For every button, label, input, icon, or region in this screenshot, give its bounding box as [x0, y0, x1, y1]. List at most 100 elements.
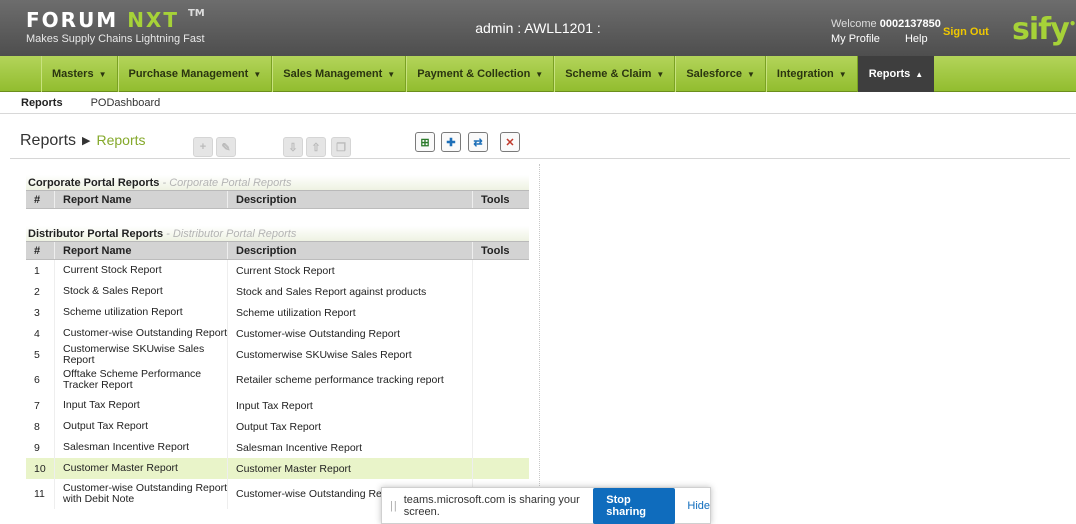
nav-item-purchase-management[interactable]: Purchase Management ▼ [117, 56, 273, 92]
nav-label: Masters [52, 68, 94, 80]
col-description[interactable]: Description [227, 242, 472, 259]
report-description: Retailer scheme performance tracking rep… [227, 365, 472, 395]
top-header: FORUM NXT TM Makes Supply Chains Lightni… [0, 0, 1076, 56]
report-name[interactable]: Customerwise SKUwise Sales Report [54, 343, 227, 365]
section-title-text: Distributor Portal Reports [28, 228, 164, 240]
nav-item-masters[interactable]: Masters ▼ [41, 56, 118, 92]
sify-dot-icon: • [1068, 17, 1076, 31]
row-tools [472, 302, 529, 323]
chevron-down-icon: ▼ [656, 69, 665, 79]
report-description: Scheme utilization Report [227, 302, 472, 323]
section-subtitle: - Corporate Portal Reports [162, 177, 292, 189]
table-row[interactable]: 7 Input Tax Report Input Tax Report [26, 395, 529, 416]
move-up-icon[interactable]: ⇧ [306, 137, 326, 157]
app-window: FORUM NXT TM Makes Supply Chains Lightni… [0, 0, 1076, 524]
nav-label: Scheme & Claim [565, 68, 652, 80]
table-row[interactable]: 5 Customerwise SKUwise Sales Report Cust… [26, 343, 529, 365]
hide-link[interactable]: Hide [687, 500, 710, 512]
add-record-icon[interactable]: ✚ [441, 132, 461, 152]
col-number: # [34, 193, 41, 206]
row-tools [472, 260, 529, 281]
copy-icon[interactable]: ❐ [331, 137, 351, 157]
main-nav: Masters ▼ Purchase Management ▼ Sales Mana… [0, 56, 1076, 92]
table-row[interactable]: 8 Output Tax Report Output Tax Report [26, 416, 529, 437]
col-tools: Tools [472, 191, 529, 208]
row-number: 11 [34, 488, 45, 500]
row-number: 3 [34, 306, 40, 319]
col-number: # [34, 244, 41, 257]
nav-item-reports[interactable]: Reports ▲ [857, 56, 935, 92]
report-description: Customer Master Report [227, 458, 472, 479]
move-down-icon[interactable]: ⇩ [283, 137, 303, 157]
drag-handle-icon[interactable]: || [390, 500, 398, 512]
chevron-down-icon: ▼ [838, 69, 847, 79]
table-row[interactable]: 4 Customer-wise Outstanding Report Custo… [26, 323, 529, 344]
breadcrumb-arrow-icon: ▶ [82, 135, 91, 148]
section-title: Distributor Portal Reports - Distributor… [26, 226, 529, 242]
distributor-portal-reports: Distributor Portal Reports - Distributor… [26, 226, 529, 509]
report-name[interactable]: Output Tax Report [54, 416, 227, 437]
row-number: 6 [34, 374, 40, 386]
row-number: 9 [34, 441, 40, 454]
report-name[interactable]: Customer Master Report [54, 458, 227, 479]
report-name[interactable]: Customer-wise Outstanding Report [54, 323, 227, 344]
row-tools [472, 395, 529, 416]
nav-item-sales-management[interactable]: Sales Management ▼ [272, 56, 407, 92]
nav-item-scheme-claim[interactable]: Scheme & Claim ▼ [554, 56, 676, 92]
nav-item-payment-collection[interactable]: Payment & Collection ▼ [406, 56, 555, 92]
nav-label: Sales Management [283, 68, 383, 80]
chevron-up-icon: ▲ [915, 69, 924, 79]
row-tools [472, 458, 529, 479]
report-description: Stock and Sales Report against products [227, 281, 472, 302]
my-profile-link[interactable]: My Profile [831, 33, 880, 45]
nav-item-integration[interactable]: Integration ▼ [765, 56, 858, 92]
table-row[interactable]: 9 Salesman Incentive Report Salesman Inc… [26, 437, 529, 458]
table-row[interactable]: 1 Current Stock Report Current Stock Rep… [26, 260, 529, 281]
subnav-item-podashboard[interactable]: PODashboard [91, 97, 161, 109]
report-name[interactable]: Customer-wise Outstanding Report with De… [54, 479, 227, 509]
pane-divider[interactable] [539, 164, 540, 524]
report-description: Current Stock Report [227, 260, 472, 281]
nav-item-salesforce[interactable]: Salesforce ▼ [675, 56, 766, 92]
report-name[interactable]: Stock & Sales Report [54, 281, 227, 302]
section-title: Corporate Portal Reports - Corporate Por… [26, 175, 529, 191]
row-tools [472, 437, 529, 458]
help-link[interactable]: Help [905, 33, 928, 45]
row-tools [472, 344, 529, 365]
section-subtitle: - Distributor Portal Reports [166, 228, 297, 240]
stop-sharing-button[interactable]: Stop sharing [593, 487, 676, 524]
nav-label: Salesforce [686, 68, 742, 80]
col-report-name[interactable]: Report Name [54, 242, 227, 259]
col-description[interactable]: Description [227, 191, 472, 208]
table-row[interactable]: 2 Stock & Sales Report Stock and Sales R… [26, 281, 529, 302]
welcome-user-id: 0002137850 [879, 18, 941, 30]
chevron-down-icon: ▼ [535, 69, 544, 79]
report-name[interactable]: Current Stock Report [54, 260, 227, 281]
table-row[interactable]: 6 Offtake Scheme Performance Tracker Rep… [26, 365, 529, 395]
import-icon[interactable]: ⇄ [468, 132, 488, 152]
report-name[interactable]: Scheme utilization Report [54, 302, 227, 323]
col-report-name[interactable]: Report Name [54, 191, 227, 208]
delete-icon[interactable]: ✕ [500, 132, 520, 152]
table-row-highlighted[interactable]: 10 Customer Master Report Customer Maste… [26, 458, 529, 479]
sify-logo: sify• [1012, 12, 1076, 47]
table-row[interactable]: 3 Scheme utilization Report Scheme utili… [26, 302, 529, 323]
add-icon[interactable]: + [193, 137, 213, 157]
col-tools: Tools [472, 242, 529, 259]
breadcrumb-current[interactable]: Reports [97, 132, 146, 148]
row-number: 1 [34, 264, 40, 277]
row-tools [472, 365, 529, 395]
export-icon[interactable]: ⊞ [415, 132, 435, 152]
subnav-item-reports[interactable]: Reports [21, 97, 63, 109]
chevron-down-icon: ▼ [387, 69, 396, 79]
report-name[interactable]: Input Tax Report [54, 395, 227, 416]
welcome-text: Welcome 0002137850 [831, 18, 941, 30]
report-name[interactable]: Salesman Incentive Report [54, 437, 227, 458]
nav-label: Reports [868, 68, 911, 80]
row-number: 2 [34, 285, 40, 298]
sign-out-link[interactable]: Sign Out [943, 26, 989, 38]
chevron-down-icon: ▼ [747, 69, 755, 79]
edit-icon[interactable]: ✎ [216, 137, 236, 157]
row-number: 8 [34, 420, 40, 433]
report-name[interactable]: Offtake Scheme Performance Tracker Repor… [54, 365, 227, 395]
